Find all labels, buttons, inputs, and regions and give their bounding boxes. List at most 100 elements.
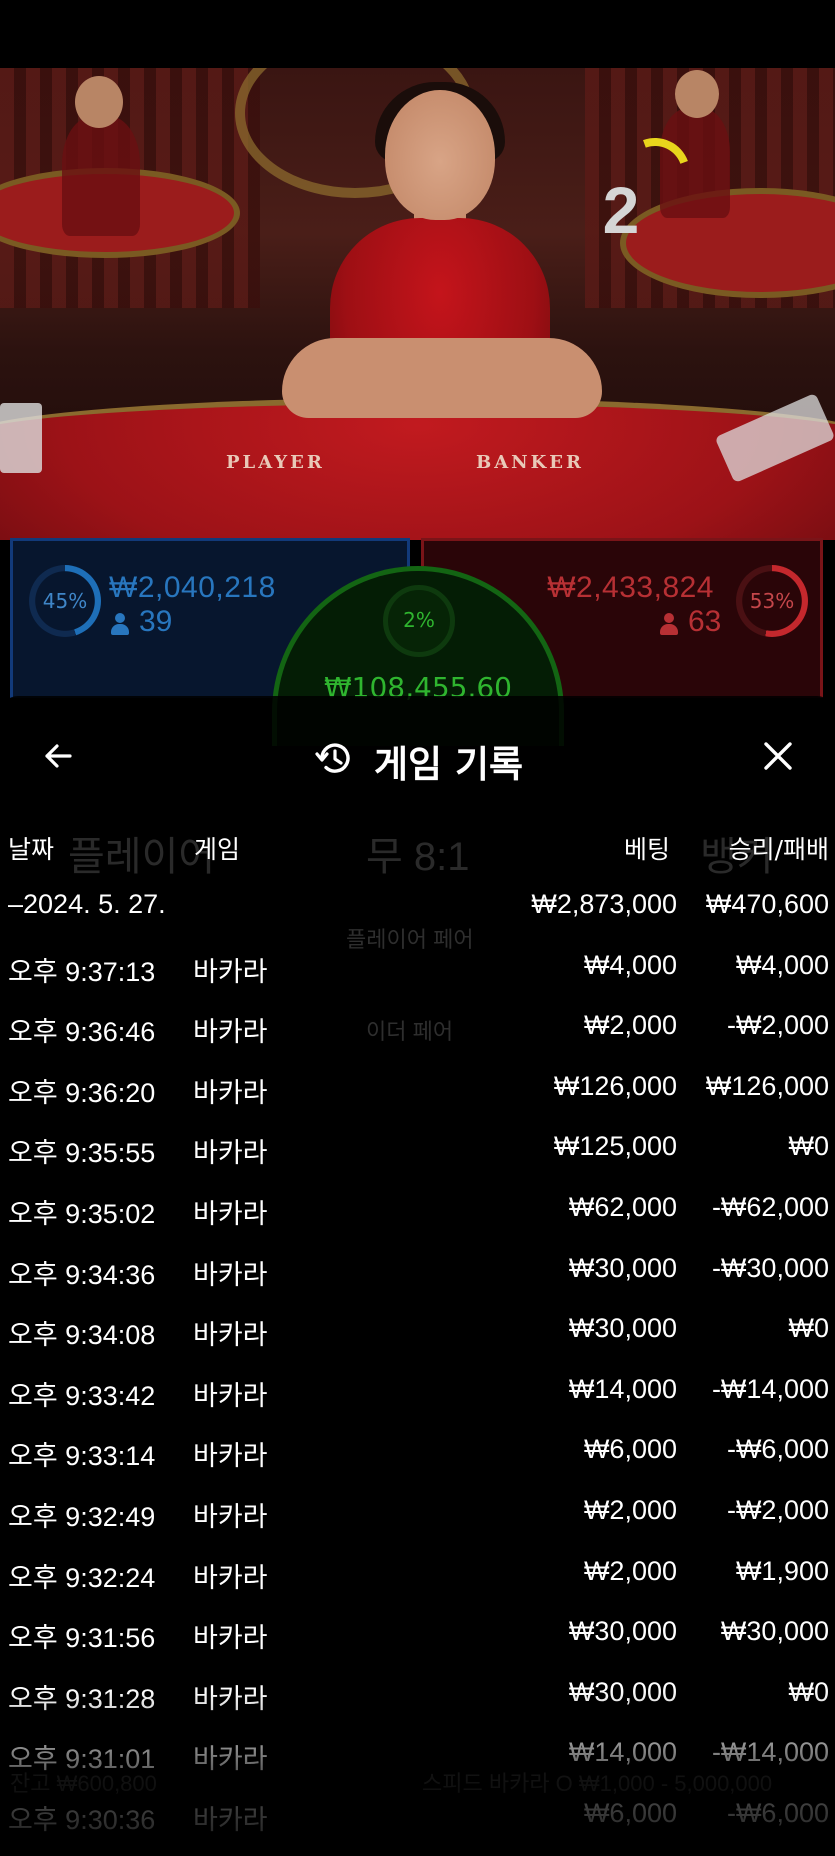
table-label-player: PLAYER bbox=[226, 452, 325, 473]
sheet-title: 게임 기록 bbox=[374, 743, 524, 786]
history-row-bet: ₩30,000 bbox=[568, 1313, 677, 1344]
history-row[interactable]: 오후 9:30:36 바카라 ₩6,000 -₩6,000 bbox=[0, 1785, 835, 1845]
history-row-result: -₩14,000 bbox=[711, 1373, 829, 1404]
history-row-bet: ₩6,000 bbox=[583, 1798, 677, 1828]
history-row-bet: ₩30,000 bbox=[568, 1616, 677, 1647]
history-row-time: 오후 9:31:56 bbox=[8, 1623, 156, 1654]
player-percent-ring: 45% bbox=[29, 565, 101, 637]
dealer-head bbox=[385, 90, 495, 220]
game-history-sheet: 플레이어 무 8:1 뱅커 플레이어 페어 이더 페어 잔고 ₩600,800 … bbox=[0, 696, 835, 1856]
history-row[interactable]: 오후 9:33:42 바카라 ₩14,000 -₩14,000 bbox=[0, 1361, 835, 1421]
history-row-bet: ₩30,000 bbox=[568, 1252, 677, 1283]
history-row-bet: ₩2,000 bbox=[583, 1010, 677, 1041]
history-row-time: 오후 9:34:36 bbox=[8, 1259, 156, 1290]
history-row-result: -₩2,000 bbox=[726, 1010, 829, 1041]
column-header-bet: 베팅 bbox=[623, 835, 670, 864]
back-button[interactable] bbox=[38, 736, 78, 776]
history-row-game: 바카라 bbox=[193, 1744, 268, 1775]
live-dealer-video: PLAYER BANKER 2 bbox=[0, 68, 835, 540]
history-row-game: 바카라 bbox=[193, 1138, 268, 1169]
history-row-bet: ₩30,000 bbox=[568, 1676, 677, 1707]
history-row-time: 오후 9:33:14 bbox=[8, 1441, 156, 1472]
history-row-result: -₩6,000 bbox=[726, 1434, 829, 1465]
history-row-bet: ₩14,000 bbox=[568, 1737, 677, 1768]
dealer-arms bbox=[282, 338, 602, 418]
background-dealer-left bbox=[62, 116, 140, 236]
column-header-game: 게임 bbox=[194, 835, 241, 864]
history-row-result: -₩6,000 bbox=[726, 1798, 829, 1828]
history-row[interactable]: 오후 9:31:01 바카라 ₩14,000 -₩14,000 bbox=[0, 1724, 835, 1784]
history-row-time: 오후 9:35:02 bbox=[8, 1199, 156, 1229]
history-row-bet: ₩6,000 bbox=[583, 1434, 677, 1465]
history-row-time: 오후 9:37:13 bbox=[8, 956, 156, 987]
day-total-bet: ₩2,873,000 bbox=[531, 889, 677, 919]
history-row-result: -₩14,000 bbox=[711, 1737, 829, 1768]
banker-count-icon bbox=[660, 613, 678, 635]
history-row-game: 바카라 bbox=[193, 1199, 268, 1229]
player-count: 39 bbox=[139, 605, 173, 638]
history-row-result: ₩0 bbox=[788, 1676, 830, 1707]
history-row-result: -₩62,000 bbox=[711, 1192, 829, 1222]
history-row-game: 바카라 bbox=[193, 1683, 268, 1714]
history-row-time: 오후 9:36:20 bbox=[8, 1077, 156, 1108]
banker-bet-amount: ₩2,433,824 bbox=[547, 571, 714, 604]
history-row-result: ₩126,000 bbox=[705, 1070, 829, 1101]
history-row-time: 오후 9:32:24 bbox=[8, 1562, 156, 1593]
history-row-game: 바카라 bbox=[193, 1380, 268, 1411]
history-row-result: ₩0 bbox=[788, 1313, 830, 1344]
player-count-icon bbox=[111, 613, 129, 635]
history-row[interactable]: 오후 9:31:28 바카라 ₩30,000 ₩0 bbox=[0, 1664, 835, 1724]
history-row-time: 오후 9:33:42 bbox=[8, 1380, 156, 1411]
background-dealer-left-head bbox=[75, 76, 123, 128]
history-row[interactable]: 오후 9:31:56 바카라 ₩30,000 ₩30,000 bbox=[0, 1603, 835, 1663]
round-number: 2 bbox=[602, 173, 640, 247]
history-row[interactable]: 오후 9:37:13 바카라 ₩4,000 ₩4,000 bbox=[0, 937, 835, 997]
history-row[interactable]: 오후 9:34:08 바카라 ₩30,000 ₩0 bbox=[0, 1300, 835, 1360]
history-row[interactable]: 오후 9:32:49 바카라 ₩2,000 -₩2,000 bbox=[0, 1482, 835, 1542]
banker-count: 63 bbox=[688, 605, 722, 638]
history-row-result: -₩2,000 bbox=[726, 1495, 829, 1525]
history-row-bet: ₩2,000 bbox=[583, 1555, 677, 1586]
history-row[interactable]: 오후 9:35:02 바카라 ₩62,000 -₩62,000 bbox=[0, 1179, 835, 1239]
history-row[interactable]: 오후 9:32:24 바카라 ₩2,000 ₩1,900 bbox=[0, 1543, 835, 1603]
card-stack bbox=[0, 403, 42, 473]
history-row-time: 오후 9:31:01 bbox=[8, 1744, 156, 1775]
history-row-time: 오후 9:34:08 bbox=[8, 1320, 156, 1351]
history-row-bet: ₩126,000 bbox=[553, 1070, 677, 1101]
history-row[interactable]: 오후 9:36:46 바카라 ₩2,000 -₩2,000 bbox=[0, 997, 835, 1057]
close-icon bbox=[764, 742, 792, 770]
tie-percent-ring: 2% bbox=[383, 585, 455, 657]
history-row-game: 바카라 bbox=[193, 1259, 268, 1290]
baccarat-table bbox=[0, 398, 835, 540]
player-percent: 45% bbox=[42, 589, 88, 613]
history-row[interactable]: 오후 9:36:20 바카라 ₩126,000 ₩126,000 bbox=[0, 1058, 835, 1118]
history-row-bet: ₩125,000 bbox=[553, 1131, 677, 1162]
history-row-result: ₩1,900 bbox=[735, 1555, 829, 1586]
history-row[interactable]: 오후 9:34:36 바카라 ₩30,000 -₩30,000 bbox=[0, 1240, 835, 1300]
history-row[interactable]: 오후 9:33:14 바카라 ₩6,000 -₩6,000 bbox=[0, 1421, 835, 1481]
history-row-game: 바카라 bbox=[193, 1502, 268, 1532]
history-row-time: 오후 9:31:28 bbox=[8, 1683, 156, 1714]
history-row-result: ₩30,000 bbox=[720, 1616, 829, 1647]
player-bet-amount: ₩2,040,218 bbox=[109, 571, 276, 604]
arrow-left-icon bbox=[45, 744, 72, 768]
history-row-time: 오후 9:36:46 bbox=[8, 1017, 156, 1048]
day-total-result: ₩470,600 bbox=[705, 889, 829, 919]
close-button[interactable] bbox=[758, 736, 798, 776]
sheet-header: 게임 기록 bbox=[0, 696, 835, 826]
history-row-game: 바카라 bbox=[193, 1077, 268, 1108]
history-row-game: 바카라 bbox=[193, 1017, 268, 1048]
history-row-bet: ₩2,000 bbox=[583, 1495, 677, 1525]
history-row-game: 바카라 bbox=[193, 956, 268, 987]
status-bar bbox=[0, 0, 835, 68]
history-column-headers: 날짜 게임 베팅 승리/패배 bbox=[0, 826, 835, 876]
column-header-date: 날짜 bbox=[8, 835, 55, 864]
history-row-bet: ₩4,000 bbox=[583, 949, 677, 980]
history-row-game: 바카라 bbox=[193, 1441, 268, 1472]
history-row-time: 오후 9:30:36 bbox=[8, 1805, 156, 1835]
history-row[interactable]: 오후 9:35:55 바카라 ₩125,000 ₩0 bbox=[0, 1118, 835, 1178]
day-summary-row[interactable]: –2024. 5. 27. ₩2,873,000 ₩470,600 bbox=[0, 876, 835, 936]
history-row-game: 바카라 bbox=[193, 1805, 268, 1835]
tie-percent: 2% bbox=[403, 608, 435, 632]
banker-percent-ring: 53% bbox=[736, 565, 808, 637]
